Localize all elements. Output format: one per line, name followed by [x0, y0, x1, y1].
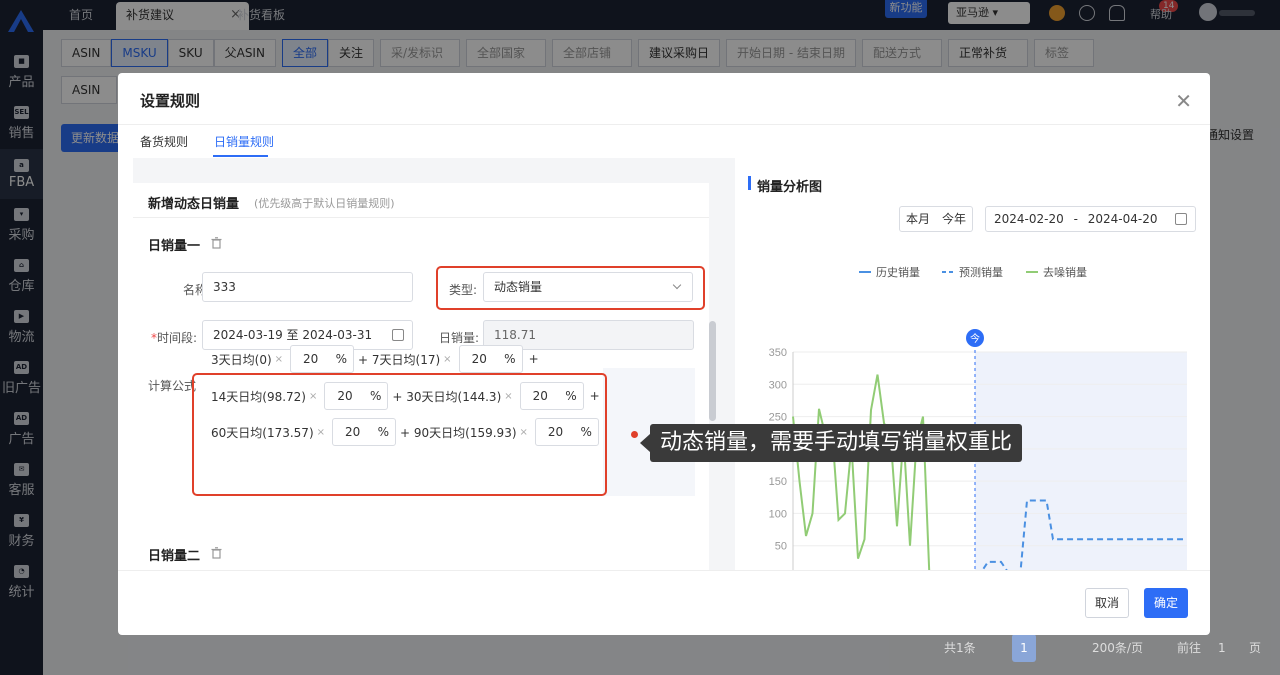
chart-title: 销量分析图 — [757, 180, 823, 195]
sales-chart-panel: 销量分析图 本月 今年 2024-02-20 - 2024-04-20 历史销量… — [735, 158, 1210, 570]
y-tick-label: 350 — [769, 347, 787, 359]
tab-stock-rule[interactable]: 备货规则 — [140, 133, 188, 150]
pager-goto-input[interactable]: 1 — [1218, 634, 1226, 662]
formula-term-label: + 7天日均(17) — [358, 352, 441, 367]
modal-title: 设置规则 — [140, 92, 201, 110]
date-sep: - — [1073, 212, 1078, 226]
pager-page-unit: 页 — [1249, 641, 1262, 655]
annotation-dot — [631, 431, 638, 438]
section-title-2: 日销量二 — [148, 549, 201, 564]
formula-highlight-box — [192, 373, 607, 496]
date-to: 2024-04-20 — [1087, 212, 1158, 226]
percent-sign: % — [335, 352, 348, 366]
confirm-button[interactable]: 确定 — [1144, 588, 1188, 618]
pager-total: 共1条 — [944, 641, 976, 655]
annotation-arrow — [640, 434, 650, 452]
panel-subtitle: (优先级高于默认日销量规则) — [254, 197, 395, 210]
daily-sales-label: 日销量: — [439, 331, 480, 345]
panel-header: 新增动态日销量 (优先级高于默认日销量规则) — [133, 183, 709, 218]
pager-current[interactable]: 1 — [1012, 634, 1036, 662]
name-input[interactable]: 333 — [202, 272, 413, 302]
settings-modal: 设置规则 ✕ 备货规则 日销量规则 新增动态日销量 (优先级高于默认日销量规则)… — [118, 73, 1210, 635]
y-tick-label: 100 — [769, 508, 787, 520]
y-tick-label: 150 — [769, 476, 787, 488]
close-icon[interactable]: ✕ — [1175, 89, 1192, 113]
formula-row: 3天日均(0) × 20% + 7天日均(17) × 20% + — [211, 345, 539, 373]
chart-date-range[interactable]: 2024-02-20 - 2024-04-20 — [985, 206, 1196, 232]
divider — [118, 124, 1210, 125]
series-line-2 — [792, 374, 931, 570]
weight-input[interactable]: 20% — [458, 345, 523, 373]
trash-icon[interactable] — [211, 547, 222, 559]
panel-title: 新增动态日销量 — [148, 197, 240, 212]
formula-term-label: 3天日均(0) — [211, 352, 272, 367]
today-marker-label: 今 — [970, 332, 980, 345]
period-value: 2024-03-19 至 2024-03-31 — [213, 328, 373, 342]
weight-value: 20 — [303, 352, 319, 366]
annotation-callout: 动态销量，需要手动填写销量权重比 — [650, 424, 1023, 462]
y-tick-label: 250 — [769, 412, 787, 424]
plus-sign: + — [528, 352, 539, 366]
title-accent — [748, 176, 751, 190]
scrollbar[interactable] — [709, 321, 716, 421]
trash-icon[interactable] — [211, 237, 222, 249]
active-tab-indicator — [213, 155, 268, 157]
period-label-text: 时间段: — [157, 331, 198, 345]
pager-size[interactable]: 200条/页 — [1092, 634, 1143, 662]
tab-daily-sales-rule[interactable]: 日销量规则 — [214, 133, 274, 150]
this-year-button[interactable]: 今年 — [936, 206, 974, 232]
divider — [118, 570, 1210, 571]
date-from: 2024-02-20 — [994, 212, 1064, 226]
percent-sign: % — [504, 352, 516, 366]
weight-input[interactable]: 20% — [290, 345, 355, 373]
this-month-button[interactable]: 本月 — [899, 206, 938, 232]
formula-label: 计算公式 — [148, 379, 197, 393]
weight-value: 20 — [471, 352, 487, 366]
multiply-sign: × — [443, 353, 452, 365]
multiply-sign: × — [274, 353, 284, 365]
type-highlight-box — [436, 266, 705, 310]
cancel-button[interactable]: 取消 — [1085, 588, 1129, 618]
y-tick-label: 300 — [769, 379, 787, 391]
calendar-icon — [1175, 213, 1187, 225]
period-label: *时间段: — [151, 331, 198, 345]
section-title-1: 日销量一 — [148, 239, 201, 254]
pager-goto-label: 前往 — [1177, 641, 1202, 655]
y-tick-label: 50 — [775, 541, 787, 553]
calendar-icon — [392, 329, 404, 341]
sales-line-chart: 0501001502002503003502024-02-202024-03-0… — [769, 329, 1187, 570]
